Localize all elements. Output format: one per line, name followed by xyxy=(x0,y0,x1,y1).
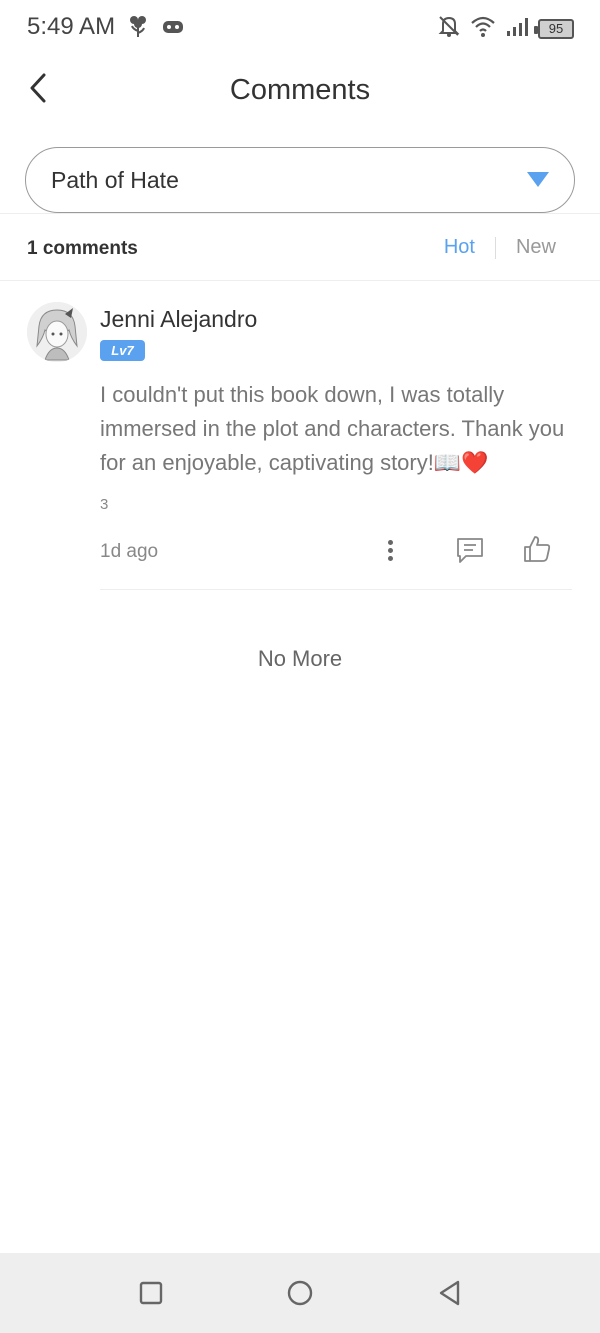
triangle-down-icon xyxy=(527,172,549,187)
comment-extra-count: 3 xyxy=(100,496,109,513)
home-button[interactable] xyxy=(286,1279,314,1307)
sort-separator xyxy=(494,236,496,259)
back-triangle-icon xyxy=(436,1280,464,1311)
page-title: Comments xyxy=(229,74,371,106)
recent-apps-icon xyxy=(137,1281,165,1311)
divider xyxy=(0,213,600,214)
more-icon xyxy=(387,539,393,545)
comment-divider xyxy=(100,589,572,590)
more-options-button[interactable] xyxy=(378,535,402,565)
battery-icon: 95 xyxy=(534,18,574,39)
more-icon-dot xyxy=(387,555,393,561)
no-more-label: No More xyxy=(257,646,343,671)
wifi-icon xyxy=(470,14,496,43)
author-name[interactable]: Jenni Alejandro xyxy=(100,306,257,333)
more-icon-dot xyxy=(387,547,393,553)
flower-icon xyxy=(128,14,148,43)
reply-icon xyxy=(455,538,485,568)
sort-tabs: Hot New xyxy=(444,236,556,259)
level-badge: Lv7 xyxy=(100,340,145,361)
header: Comments xyxy=(0,58,600,124)
back-nav-button[interactable] xyxy=(436,1279,464,1307)
recent-apps-button[interactable] xyxy=(137,1279,165,1307)
status-bar: 5:49 AM 95 xyxy=(0,0,600,54)
divider xyxy=(0,280,600,281)
like-icon xyxy=(522,536,552,568)
home-icon xyxy=(286,1280,314,1311)
status-left-icons xyxy=(128,14,184,43)
sort-tab-hot[interactable]: Hot xyxy=(444,236,475,259)
book-selector-dropdown[interactable]: Path of Hate xyxy=(25,147,575,213)
system-nav-bar xyxy=(0,1253,600,1333)
comments-bar: 1 comments Hot New xyxy=(0,215,600,281)
like-button[interactable] xyxy=(522,534,552,564)
comment-item: Jenni Alejandro Lv7 I couldn't put this … xyxy=(0,282,600,592)
gamepad-icon xyxy=(162,14,184,43)
status-right-icons: 95 xyxy=(438,14,574,43)
avatar[interactable] xyxy=(27,302,87,362)
bell-off-icon xyxy=(438,14,460,43)
comment-text: I couldn't put this book down, I was tot… xyxy=(100,382,565,475)
book-selector-label: Path of Hate xyxy=(51,166,179,193)
comments-count: 1 comments xyxy=(27,238,138,259)
reply-button[interactable] xyxy=(455,536,485,564)
comment-time: 1d ago xyxy=(100,541,159,562)
status-time: 5:49 AM xyxy=(27,13,116,40)
sort-tab-new[interactable]: New xyxy=(516,236,556,259)
signal-icon xyxy=(506,14,528,43)
